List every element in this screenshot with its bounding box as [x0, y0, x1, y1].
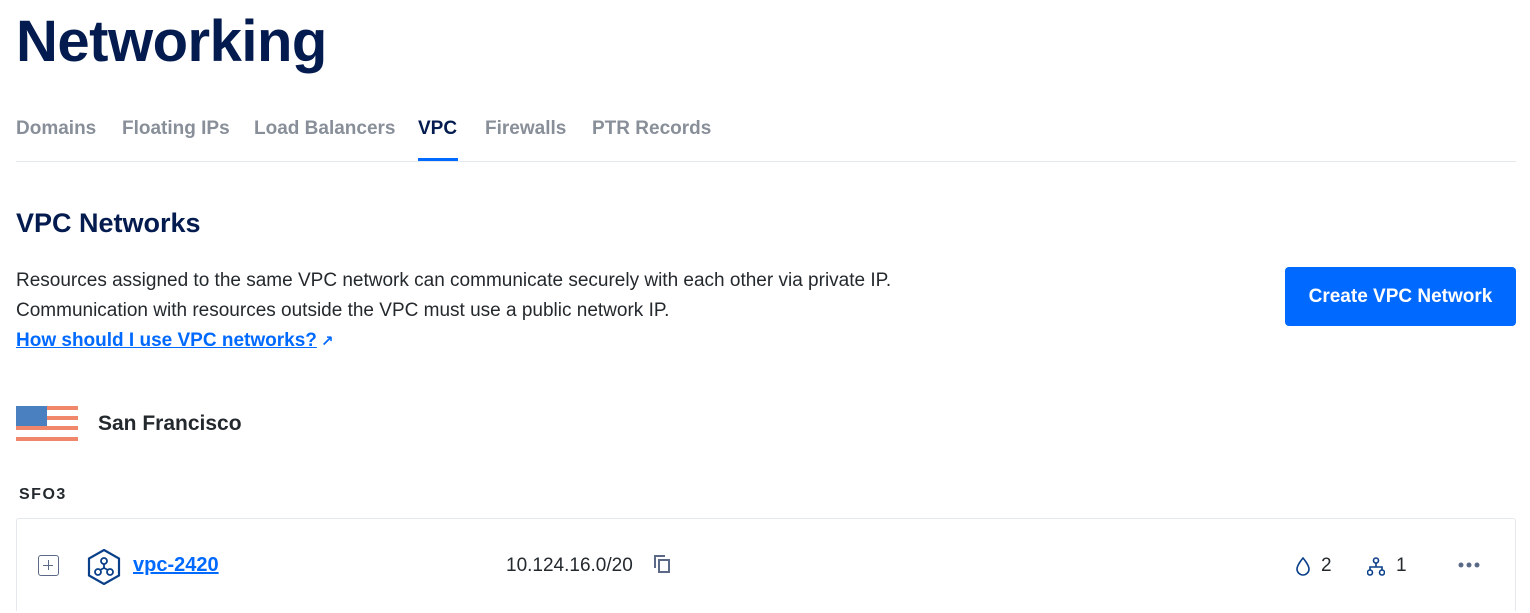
vpc-help-link[interactable]: How should I use VPC networks? ↗ [16, 330, 333, 352]
more-options-icon[interactable] [1457, 555, 1481, 575]
copy-icon[interactable] [653, 554, 671, 574]
create-vpc-network-button[interactable]: Create VPC Network [1285, 267, 1516, 326]
region-name: San Francisco [98, 412, 242, 435]
external-link-icon: ↗ [320, 333, 334, 350]
vpc-network-icon [87, 549, 121, 585]
tab-domains[interactable]: Domains [16, 118, 96, 140]
datacenter-label: SFO3 [19, 486, 67, 503]
expand-icon[interactable] [38, 555, 59, 576]
description-line-2: Communication with resources outside the… [16, 300, 670, 321]
tab-load-balancers[interactable]: Load Balancers [254, 118, 396, 140]
member-count: 1 [1396, 555, 1407, 576]
page-title: Networking [16, 9, 327, 74]
us-flag-icon [16, 406, 78, 441]
tab-vpc[interactable]: VPC [418, 118, 457, 140]
description-line-1: Resources assigned to the same VPC netwo… [16, 270, 892, 291]
help-link-label: How should I use VPC networks? [16, 330, 317, 351]
networking-tabs: Domains Floating IPs Load Balancers VPC … [16, 112, 1516, 162]
tab-ptr-records[interactable]: PTR Records [592, 118, 711, 140]
droplet-icon [1296, 557, 1310, 576]
vpc-row: vpc-2420 10.124.16.0/20 2 1 [16, 518, 1516, 611]
vpc-name-link[interactable]: vpc-2420 [133, 554, 219, 577]
members-icon [1367, 557, 1385, 576]
vpc-ip-range: 10.124.16.0/20 [506, 555, 633, 576]
section-title: VPC Networks [16, 208, 201, 238]
droplet-count: 2 [1321, 555, 1332, 576]
tab-firewalls[interactable]: Firewalls [485, 118, 566, 140]
tab-floating-ips[interactable]: Floating IPs [122, 118, 230, 140]
active-tab-indicator [418, 158, 458, 161]
